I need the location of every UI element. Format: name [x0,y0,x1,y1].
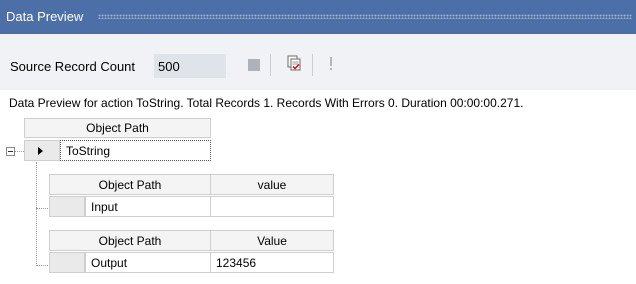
source-record-count-label: Source Record Count [10,59,136,74]
tree-line [36,265,50,266]
column-header-object-path[interactable]: Object Path [49,174,211,195]
toolbar-separator [312,54,313,76]
title-bar: Data Preview [0,0,636,34]
exclamation-icon[interactable] [328,56,334,72]
column-header-object-path[interactable]: Object Path [49,230,211,251]
current-row-arrow-icon [38,147,43,155]
tree-line [36,162,37,266]
source-record-count-input[interactable] [154,54,226,78]
row-selector[interactable] [49,196,85,217]
toolbar-separator [270,54,271,76]
tree-line [15,151,24,152]
output-value-cell[interactable]: 123456 [210,252,334,273]
row-selector[interactable] [49,252,85,273]
column-header-value[interactable]: value [210,174,334,195]
tree-line [36,208,50,209]
title-bar-grip[interactable] [98,14,632,19]
status-text: Data Preview for action ToString. Total … [9,96,524,110]
input-object-path-cell[interactable]: Input [85,196,211,217]
input-value-cell[interactable] [210,196,334,217]
output-object-path-cell[interactable]: Output [85,252,211,273]
column-header-object-path[interactable]: Object Path [24,118,211,138]
clipboard-check-icon[interactable] [286,55,302,71]
collapse-toggle-icon[interactable] [6,147,15,156]
toolbar: Source Record Count [0,34,636,90]
column-header-value[interactable]: Value [210,230,334,251]
window-title: Data Preview [6,9,84,24]
root-row-cell[interactable]: ToString [60,140,211,161]
stop-icon[interactable] [248,59,260,71]
